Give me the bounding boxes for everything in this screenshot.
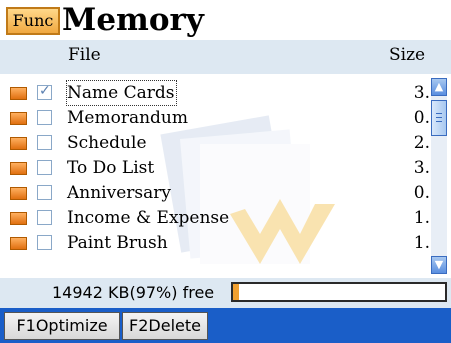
scroll-thumb[interactable] <box>431 100 447 136</box>
size-column-header[interactable]: Size <box>389 45 425 65</box>
file-name: To Do List <box>67 158 155 178</box>
file-name: Anniversary <box>67 183 171 203</box>
column-header: File Size <box>0 40 451 74</box>
file-size: 1. <box>413 233 430 253</box>
file-row[interactable]: Memorandum 0. <box>0 106 430 130</box>
file-name: Schedule <box>67 133 147 153</box>
title-bar: Func Memory <box>0 0 451 40</box>
file-row[interactable]: Name Cards 3. <box>0 80 430 106</box>
file-size: 3. <box>413 83 430 103</box>
file-row[interactable]: To Do List 3. <box>0 156 430 180</box>
file-size: 0. <box>413 183 430 203</box>
delete-button[interactable]: F2Delete <box>122 312 208 340</box>
file-name: Name Cards <box>65 80 178 106</box>
memory-usage-bar <box>231 282 447 302</box>
file-name: Paint Brush <box>67 233 168 253</box>
scrollbar[interactable]: ▲ ▼ <box>431 78 447 274</box>
file-type-icon <box>10 212 27 225</box>
file-list: Name Cards 3. Memorandum 0. Schedule 2. To Do … <box>0 74 451 278</box>
file-row[interactable]: Paint Brush 1. <box>0 231 430 255</box>
function-key-bar: F1Optimize F2Delete <box>0 308 451 343</box>
page-title: Memory <box>62 2 204 38</box>
file-column-header[interactable]: File <box>68 45 101 65</box>
row-checkbox[interactable] <box>37 235 52 250</box>
file-name: Memorandum <box>67 108 188 128</box>
file-size: 3. <box>413 158 430 178</box>
optimize-button[interactable]: F1Optimize <box>4 312 120 340</box>
func-button[interactable]: Func <box>6 7 60 35</box>
file-name: Income & Expense <box>67 208 230 228</box>
scroll-down-icon[interactable]: ▼ <box>431 256 447 274</box>
file-type-icon <box>10 237 27 250</box>
file-size: 2. <box>413 133 430 153</box>
status-bar: 14942 KB(97%) free <box>0 278 451 308</box>
file-type-icon <box>10 187 27 200</box>
file-type-icon <box>10 162 27 175</box>
row-checkbox[interactable] <box>37 185 52 200</box>
scroll-up-icon[interactable]: ▲ <box>431 78 447 96</box>
file-type-icon <box>10 87 27 100</box>
memory-usage-fill <box>233 284 240 300</box>
row-checkbox[interactable] <box>37 83 52 100</box>
row-checkbox[interactable] <box>37 135 52 150</box>
file-type-icon <box>10 137 27 150</box>
row-checkbox[interactable] <box>37 160 52 175</box>
file-row[interactable]: Income & Expense 1. <box>0 206 430 230</box>
file-type-icon <box>10 112 27 125</box>
file-size: 1. <box>413 208 430 228</box>
file-row[interactable]: Schedule 2. <box>0 131 430 155</box>
free-space-text: 14942 KB(97%) free <box>52 283 215 302</box>
row-checkbox[interactable] <box>37 210 52 225</box>
row-checkbox[interactable] <box>37 110 52 125</box>
file-size: 0. <box>413 108 430 128</box>
file-row[interactable]: Anniversary 0. <box>0 181 430 205</box>
